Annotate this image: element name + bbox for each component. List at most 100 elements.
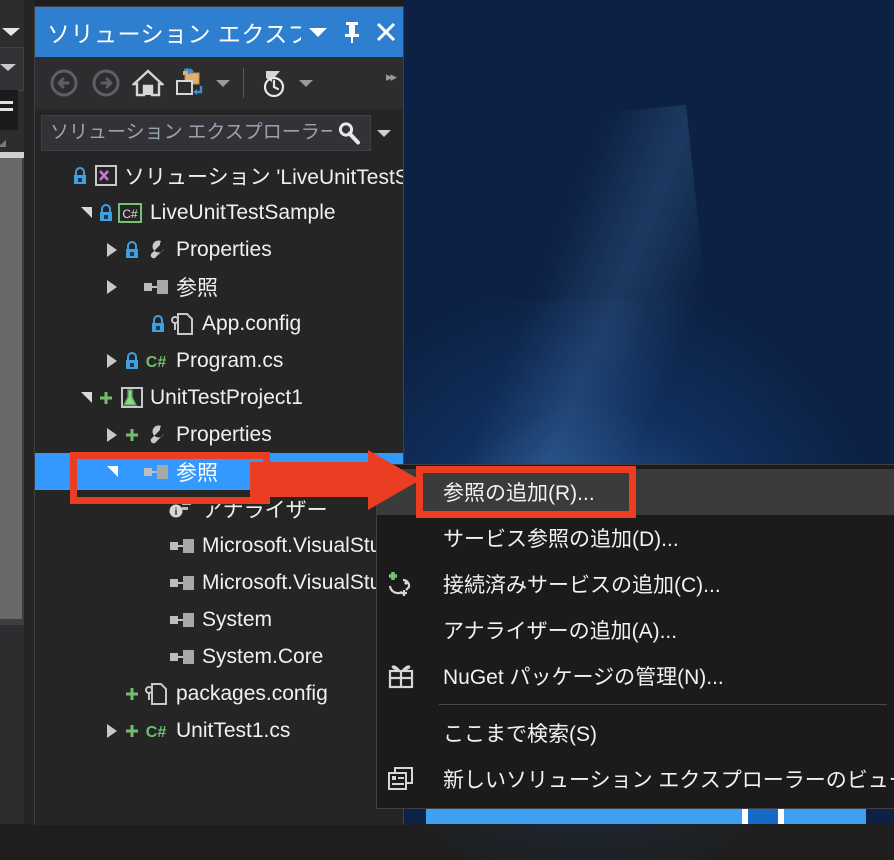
sync-dropdown-button[interactable] [211, 62, 235, 104]
tree-row[interactable]: UnitTestProject1 [35, 379, 403, 416]
tree-row[interactable]: System.Core [35, 638, 403, 675]
tree-row[interactable]: App.config [35, 305, 403, 342]
magnifier-icon [338, 122, 360, 145]
tree-row[interactable]: C# LiveUnitTestSample [35, 194, 403, 231]
tree-row[interactable]: C# Program.cs [35, 342, 403, 379]
tree-row[interactable]: ソリューション 'LiveUnitTestSample' (2 プロジェクト) [35, 157, 403, 194]
context-menu-item[interactable]: 参照の追加(R)... [377, 469, 894, 515]
references-icon [141, 277, 171, 297]
chevron-down-icon [377, 129, 391, 137]
expander-collapsed-icon[interactable] [101, 279, 123, 294]
chevron-down-icon [309, 27, 327, 37]
csharp-file-icon: C# [141, 719, 171, 743]
context-menu-item[interactable]: アナライザーの追加(A)... [377, 607, 894, 653]
config-file-icon [141, 681, 171, 707]
reference-icon [167, 536, 197, 556]
back-button[interactable] [43, 62, 85, 104]
reference-icon [167, 647, 197, 667]
plus-badge-icon [126, 428, 138, 441]
source-control-lock-badge [123, 240, 141, 259]
tree-row-label: UnitTestProject1 [150, 385, 303, 409]
tree-row-label: 参照 [176, 461, 218, 485]
tree-row[interactable]: System [35, 601, 403, 638]
search-options-dropdown[interactable] [371, 115, 397, 151]
filter-dropdown-button[interactable] [294, 62, 318, 104]
close-icon [376, 22, 396, 42]
solution-icon [89, 164, 119, 188]
context-menu-item[interactable]: サービス参照の追加(D)... [377, 515, 894, 561]
left-combobox-chevron-down-icon[interactable] [0, 64, 16, 71]
tree-row-label: Microsoft.VisualStudio.QualityTools.Unit… [202, 533, 403, 557]
source-control-lock-badge [149, 314, 167, 333]
tree-row[interactable]: Microsoft.VisualStudio.QualityTools.Unit… [35, 527, 403, 564]
tree-row-label: Properties [176, 422, 272, 446]
source-control-add-badge [123, 723, 141, 739]
pending-changes-filter-icon [263, 71, 285, 98]
solution-explorer-title-bar[interactable]: ソリューション エクスプロー... [35, 7, 403, 57]
expander-expanded-icon[interactable] [75, 207, 97, 218]
context-menu-separator [439, 704, 887, 705]
source-control-add-badge [97, 390, 115, 406]
page-title: ソリューション エクスプロー... [47, 21, 301, 47]
tree-row-label: UnitTest1.cs [176, 718, 291, 742]
wrench-icon [141, 423, 171, 447]
pin-button[interactable] [335, 7, 369, 57]
context-menu-item-label: アナライザーの追加(A)... [443, 620, 678, 643]
context-menu[interactable]: 参照の追加(R)... サービス参照の追加(D)... 接続済みサービスの追加(C)… [376, 464, 894, 809]
context-menu-item[interactable]: ここまで検索(S) [377, 710, 894, 756]
tree-row-label: System [202, 607, 273, 631]
close-button[interactable] [369, 7, 403, 57]
references-icon [141, 462, 171, 482]
context-menu-item-label: サービス参照の追加(D)... [443, 528, 679, 551]
search-input[interactable] [48, 121, 334, 145]
expander-collapsed-icon[interactable] [101, 242, 123, 257]
left-scrollbar-cap [0, 152, 24, 158]
lock-icon [74, 166, 86, 184]
toolbar-overflow-chevron-icon[interactable]: ▸▸ [386, 69, 397, 85]
pending-changes-filter-button[interactable] [252, 62, 294, 104]
search-icon[interactable] [334, 121, 364, 145]
context-menu-item[interactable]: NuGet パッケージの管理(N)... [377, 653, 894, 699]
tree-row-label: Properties [176, 237, 272, 261]
tree-row-label: LiveUnitTestSample [150, 200, 336, 224]
plus-badge-icon [126, 724, 138, 737]
tree-row[interactable]: Properties [35, 231, 403, 268]
window-dropdown-button[interactable] [301, 7, 335, 57]
left-chevron-down-icon[interactable] [2, 28, 20, 36]
expander-collapsed-icon[interactable] [101, 353, 123, 368]
svg-text:i: i [175, 507, 178, 518]
tree-row[interactable]: Properties [35, 416, 403, 453]
sync-with-active-document-button[interactable] [169, 62, 211, 104]
tree-row[interactable]: i アナライザー [35, 490, 403, 527]
forward-button[interactable] [85, 62, 127, 104]
context-menu-item[interactable]: 新しいソリューション エクスプローラーのビュー(N) [377, 756, 894, 802]
expander-collapsed-icon[interactable] [101, 427, 123, 442]
tree-row-label: App.config [202, 311, 302, 335]
left-list-line-2 [0, 108, 13, 111]
expander-collapsed-icon[interactable] [101, 723, 123, 738]
tree-row-label: 参照 [176, 276, 218, 300]
home-button[interactable] [127, 62, 169, 104]
new-solution-explorer-view-icon [377, 765, 425, 793]
reference-icon [167, 610, 197, 630]
tree-row[interactable]: Microsoft.VisualStudio.TestPlatform.Test… [35, 564, 403, 601]
search-box[interactable] [41, 115, 371, 151]
solution-explorer-toolbar: ▸▸ [35, 57, 403, 109]
expander-expanded-icon[interactable] [75, 392, 97, 403]
tree-row[interactable]: 参照 [35, 268, 403, 305]
solution-tree[interactable]: ソリューション 'LiveUnitTestSample' (2 プロジェクト) C… [35, 157, 403, 825]
context-menu-item[interactable]: 接続済みサービスの追加(C)... [377, 561, 894, 607]
left-scrollbar-thumb[interactable] [0, 157, 22, 619]
tree-row[interactable]: C# UnitTest1.cs [35, 712, 403, 749]
expander-expanded-icon[interactable] [101, 466, 123, 477]
screen: ソリューション エクスプロー... [0, 0, 894, 860]
chevron-down-icon [216, 79, 230, 87]
tree-row-label: System.Core [202, 644, 324, 668]
plus-badge-icon [126, 687, 138, 700]
source-control-lock-badge [97, 203, 115, 222]
tree-row[interactable]: packages.config [35, 675, 403, 712]
home-icon [132, 69, 164, 97]
left-dock-gap [24, 0, 34, 824]
solution-explorer-window: ソリューション エクスプロー... [34, 6, 404, 825]
tree-row[interactable]: 参照 [35, 453, 403, 490]
